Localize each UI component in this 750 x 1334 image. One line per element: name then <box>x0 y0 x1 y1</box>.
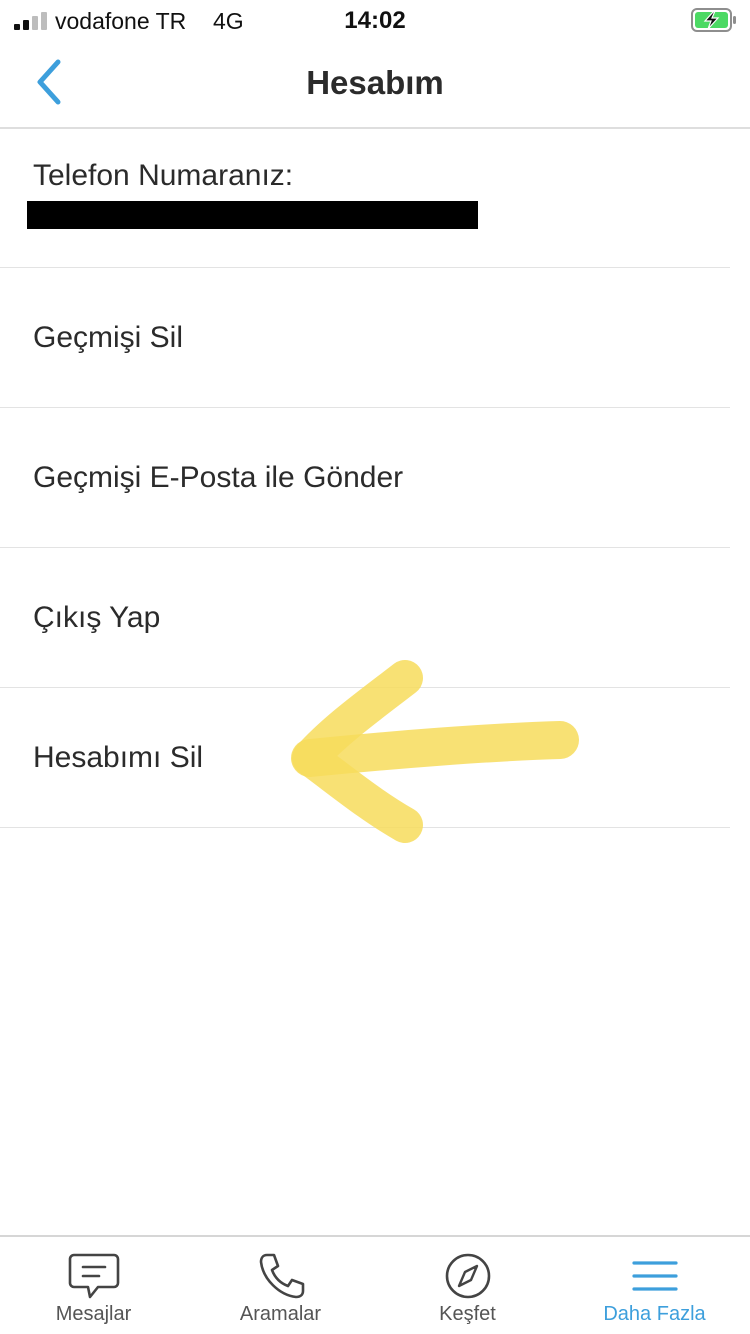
tab-calls[interactable]: Aramalar <box>187 1237 374 1334</box>
tab-discover[interactable]: Keşfet <box>374 1237 561 1334</box>
logout-label: Çıkış Yap <box>33 600 161 634</box>
phone-number-row: Telefon Numaranız: <box>0 131 730 268</box>
delete-history-label: Geçmişi Sil <box>33 320 184 354</box>
page-title: Hesabım <box>306 64 444 101</box>
email-history-label: Geçmişi E-Posta ile Gönder <box>33 460 404 494</box>
tab-bar: Mesajlar Aramalar Keşfet Daha Fazla <box>0 1235 750 1334</box>
logout-item[interactable]: Çıkış Yap <box>0 548 730 688</box>
tab-calls-label: Aramalar <box>239 1303 322 1325</box>
battery-charging-icon <box>691 8 736 32</box>
delete-history-item[interactable]: Geçmişi Sil <box>0 268 730 408</box>
menu-icon <box>631 1261 678 1291</box>
email-history-item[interactable]: Geçmişi E-Posta ile Gönder <box>0 408 730 548</box>
status-bar: vodafone TR 4G 14:02 <box>0 0 750 40</box>
phone-number-label: Telefon Numaranız: <box>33 159 294 192</box>
navigation-bar: Hesabım <box>0 40 750 129</box>
compass-icon <box>445 1253 490 1299</box>
phone-number-redacted <box>27 201 478 229</box>
tab-messages-label: Mesajlar <box>55 1303 132 1325</box>
delete-account-item[interactable]: Hesabımı Sil <box>0 688 730 828</box>
status-time: 14:02 <box>344 7 406 34</box>
delete-account-label: Hesabımı Sil <box>33 740 204 774</box>
tab-more[interactable]: Daha Fazla <box>561 1237 748 1334</box>
tab-discover-label: Keşfet <box>439 1303 496 1325</box>
message-icon <box>68 1253 119 1299</box>
tab-more-label: Daha Fazla <box>603 1303 706 1325</box>
tab-messages[interactable]: Mesajlar <box>0 1237 187 1334</box>
phone-icon <box>259 1253 304 1299</box>
